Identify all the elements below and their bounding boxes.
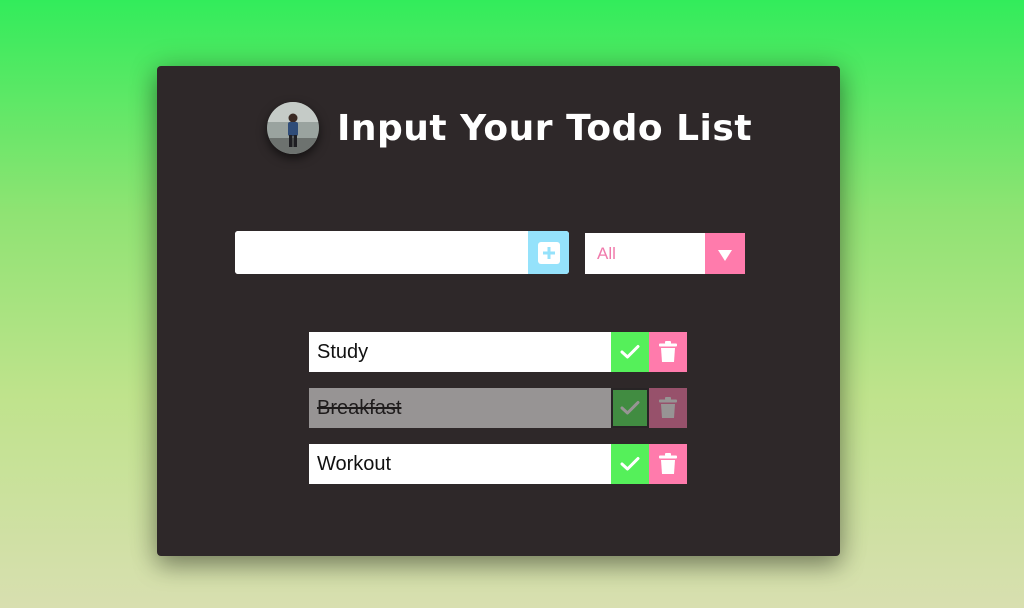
page-title: Input Your Todo List: [337, 107, 753, 149]
trash-icon: [659, 453, 677, 474]
delete-button[interactable]: [649, 332, 687, 372]
todo-text: Breakfast: [309, 388, 611, 428]
todo-item: Workout: [309, 444, 687, 484]
todo-card: Input Your Todo List All Study Breakfast: [157, 66, 840, 556]
complete-button[interactable]: [611, 332, 649, 372]
check-icon: [620, 457, 640, 471]
trash-icon: [659, 397, 677, 418]
chevron-down-icon: [718, 250, 732, 261]
filter-select[interactable]: All: [585, 233, 745, 274]
check-icon: [620, 345, 640, 359]
complete-button[interactable]: [611, 444, 649, 484]
delete-button[interactable]: [649, 388, 687, 428]
todo-text: Study: [309, 332, 611, 372]
plus-square-icon: [537, 241, 560, 264]
todo-input[interactable]: [235, 231, 528, 274]
delete-button[interactable]: [649, 444, 687, 484]
check-icon: [620, 401, 640, 415]
avatar: [267, 102, 319, 154]
add-todo-form: [235, 231, 569, 274]
trash-icon: [659, 341, 677, 362]
todo-item: Study: [309, 332, 687, 372]
add-todo-button[interactable]: [528, 231, 569, 274]
todo-item: Breakfast: [309, 388, 687, 428]
filter-dropdown-button[interactable]: [705, 233, 745, 274]
filter-selected-value: All: [597, 244, 616, 263]
todo-list: Study Breakfast Workout: [309, 332, 687, 500]
complete-button[interactable]: [611, 388, 649, 428]
todo-text: Workout: [309, 444, 611, 484]
header: Input Your Todo List: [267, 102, 752, 154]
